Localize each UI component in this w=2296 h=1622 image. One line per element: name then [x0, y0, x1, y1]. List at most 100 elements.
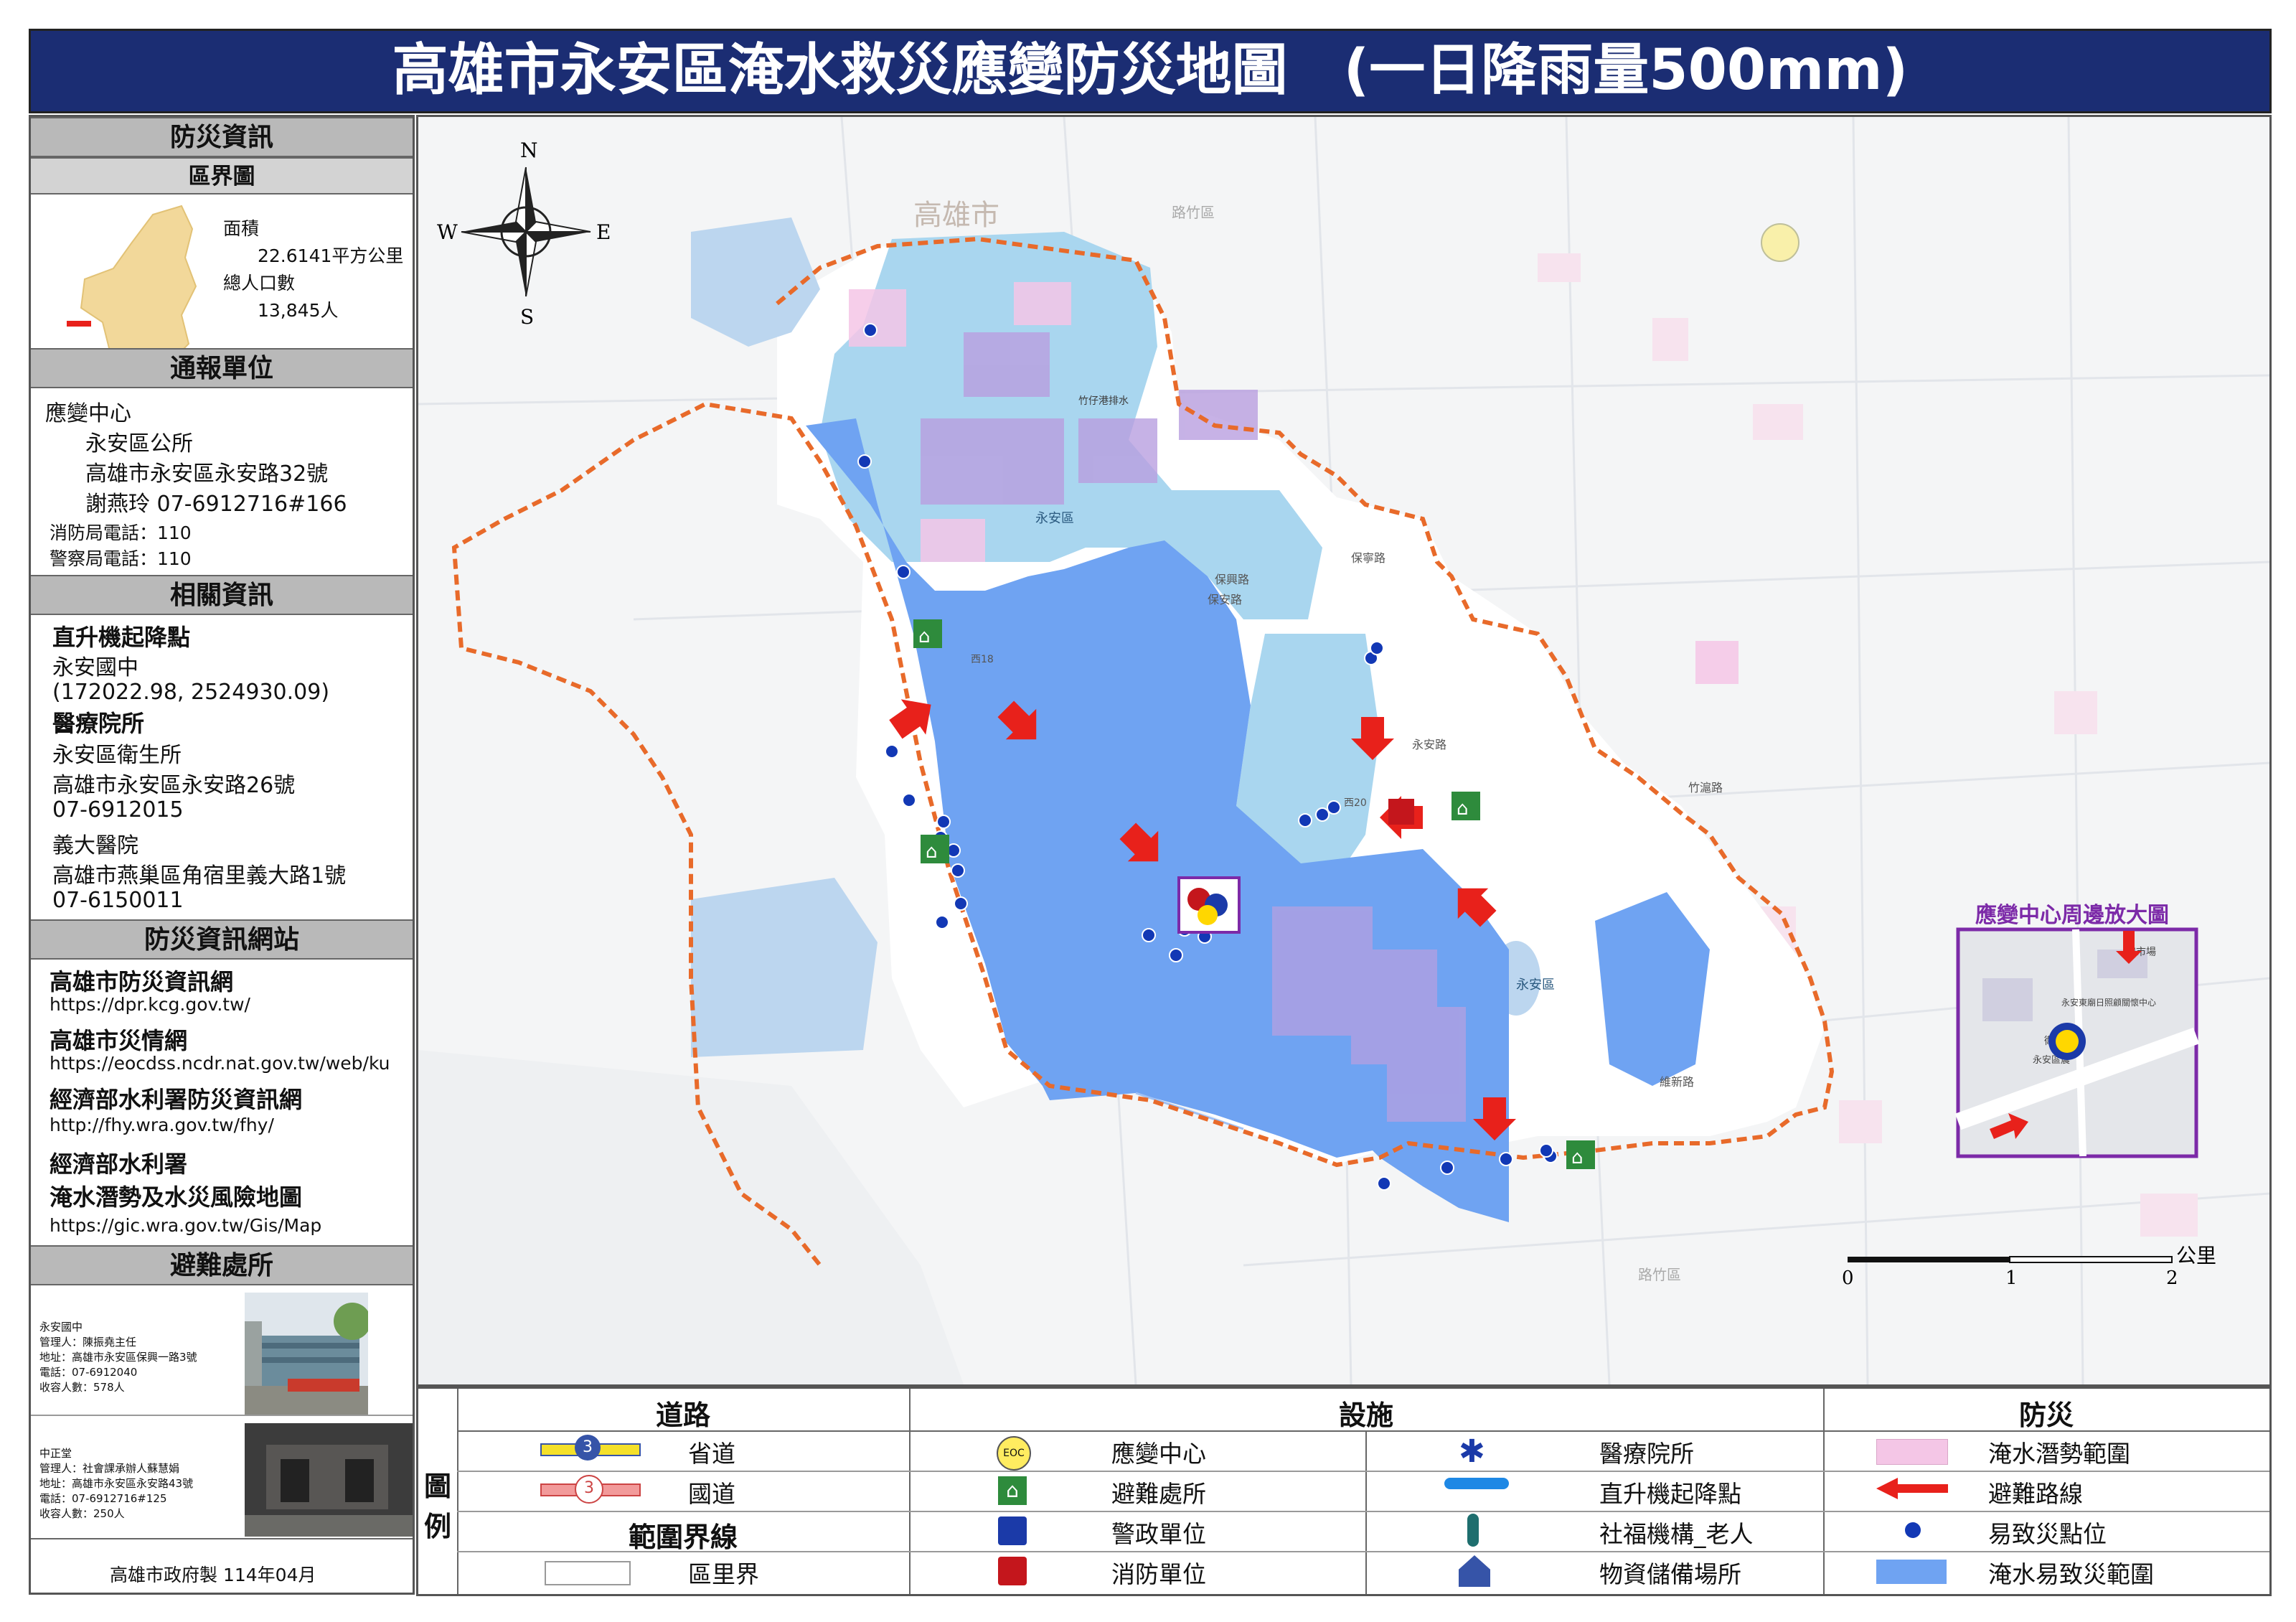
road-label-i: 竹滬路	[1688, 781, 1723, 794]
city-label: 高雄市	[913, 199, 999, 232]
producer-footer: 高雄市政府製 114年04月	[110, 1565, 316, 1585]
office-address: 高雄市永安區永安路32號	[85, 461, 329, 487]
district-label-top: 永安區	[1035, 511, 1074, 526]
legend-panel: 圖 例 道路 設施 防災 範圍界線 3 省道 3 國道 區里界 EOC 應變中心…	[416, 1387, 2272, 1596]
road-label-h: 維新路	[1660, 1075, 1694, 1089]
shelter-icon: ⌂	[998, 1476, 1027, 1505]
med1-address: 高雄市永安區永安路26號	[52, 773, 296, 798]
legend-fire-dept: 消防單位	[1111, 1560, 1206, 1588]
shelter-1-photo	[245, 1293, 368, 1415]
info-panel: 防災資訊 區界圖 面積 22.6141平方公里 總人口數 13,845人 通報單…	[29, 115, 415, 1595]
scale-tick-0: 0	[1842, 1267, 1854, 1289]
legend-flood-prone: 淹水易致災範圍	[1988, 1560, 2154, 1588]
legend-road-header: 道路	[655, 1400, 710, 1431]
website-3-url[interactable]: http://fhy.wra.gov.tw/fhy/	[50, 1115, 274, 1135]
road-label-e: 西18	[971, 654, 994, 665]
population-value: 13,845人	[258, 300, 339, 321]
legend-flood-potential: 淹水潛勢範圍	[1988, 1440, 2130, 1468]
compass-s: S	[520, 305, 534, 329]
website-4-name: 經濟部水利署 淹水潛勢及水災風險地圖	[50, 1150, 303, 1211]
district-label-bottom: 永安區	[1516, 978, 1555, 993]
med2-phone: 07-6150011	[52, 888, 184, 913]
elderly-care-icon	[1467, 1514, 1479, 1547]
road-label-luzhu: 路竹區	[1172, 204, 1215, 221]
legend-village-boundary: 區里界	[688, 1560, 759, 1588]
road-label-d: 保安路	[1208, 593, 1242, 606]
district-office: 永安區公所	[85, 431, 193, 456]
flood-potential-swatch	[1876, 1439, 1948, 1465]
med1-phone: 07-6912015	[52, 797, 184, 822]
population-label: 總人口數	[223, 273, 296, 294]
section-header-district-map: 區界圖	[31, 157, 413, 194]
police-phone: 警察局電話：110	[50, 548, 192, 569]
district-outline-map	[67, 205, 197, 368]
legend-side-label: 圖 例	[424, 1471, 452, 1542]
compass-w: W	[437, 220, 458, 244]
flood-prone-swatch	[1876, 1560, 1947, 1584]
road-label-b: 保寧路	[1351, 551, 1385, 565]
website-2-url[interactable]: https://eocdss.ncdr.nat.gov.tw/web/ku	[50, 1053, 390, 1074]
legend-evacuation-route: 避難路線	[1988, 1480, 2083, 1508]
inset-label-2: 永安東廟日照顧關懷中心	[2061, 997, 2156, 1008]
road-label-f: 西20	[1344, 797, 1367, 809]
legend-disaster-header: 防災	[2018, 1400, 2074, 1431]
medical-icon: ✱	[1459, 1433, 1485, 1470]
inset-title: 應變中心周邊放大圖	[1975, 903, 2169, 928]
fire-phone: 消防局電話：110	[50, 522, 192, 543]
map-title: 高雄市永安區淹水救災應變防災地圖 (一日降雨量500mm)	[392, 38, 1909, 103]
med2-address: 高雄市燕巢區角宿里義大路1號	[52, 863, 347, 889]
scale-tick-1: 1	[2005, 1267, 2018, 1289]
compass-n: N	[520, 139, 538, 162]
evacuation-route-icon	[1876, 1478, 1948, 1499]
office-contact: 謝燕玲 07-6912716#166	[85, 492, 347, 517]
heli-label: 直升機起降點	[52, 624, 191, 651]
shelter-2-info: 中正堂 管理人：社會課承辦人蘇慧娟 地址：高雄市永安區永安路43號 電話：07-…	[39, 1447, 194, 1520]
legend-helipad: 直升機起降點	[1599, 1480, 1741, 1508]
medical-label: 醫療院所	[52, 710, 145, 737]
eoc-icon: EOC	[997, 1436, 1031, 1471]
inset-map[interactable]: 應變中心周邊放大圖 安市場 永安東廟日照顧關懷中心 永安區農 衛	[1954, 903, 2200, 1158]
website-1-name: 高雄市防災資訊網	[50, 968, 234, 995]
road-label-a: 竹仔港排水	[1078, 395, 1129, 407]
legend-national-highway: 國道	[688, 1480, 735, 1508]
map-canvas[interactable]: 高雄市 永安區 永安區 路竹區 竹仔港排水 保寧路 保興路 保安路 西18 西2…	[418, 117, 2269, 1384]
fire-dept-icon	[998, 1557, 1027, 1585]
area-label: 面積	[223, 218, 260, 239]
legend-disaster-point: 易致災點位	[1988, 1520, 2107, 1548]
website-1-url[interactable]: https://dpr.kcg.gov.tw/	[50, 994, 250, 1015]
website-4-url[interactable]: https://gic.wra.gov.tw/Gis/Map	[50, 1215, 321, 1236]
heli-name: 永安國中	[52, 655, 138, 680]
website-2-name: 高雄市災情網	[50, 1027, 188, 1054]
eoc-badge-map	[1761, 223, 1799, 262]
compass-e: E	[596, 220, 611, 244]
section-header-disaster-info: 防災資訊	[31, 117, 413, 157]
map-area[interactable]: 高雄市 永安區 永安區 路竹區 竹仔港排水 保寧路 保興路 保安路 西18 西2…	[416, 115, 2272, 1387]
police-icon	[998, 1516, 1027, 1545]
legend-medical: 醫療院所	[1599, 1440, 1694, 1468]
area-value: 22.6141平方公里	[258, 245, 404, 266]
scale-tick-2: 2	[2166, 1267, 2178, 1289]
road-label-g: 永安路	[1412, 738, 1446, 751]
legend-provincial-road: 省道	[688, 1440, 735, 1468]
emergency-center-label: 應變中心	[45, 401, 131, 426]
water-pond-sw	[691, 878, 878, 1057]
legend-shelter: 避難處所	[1111, 1480, 1206, 1508]
legend-supply-depot: 物資儲備場所	[1599, 1560, 1741, 1588]
legend-emergency-center: 應變中心	[1111, 1440, 1206, 1468]
med1-name: 永安區衛生所	[52, 743, 182, 768]
svg-text:⌂: ⌂	[926, 841, 938, 863]
section-header-shelters: 避難處所	[31, 1245, 413, 1285]
map-title-bar: 高雄市永安區淹水救災應變防災地圖 (一日降雨量500mm)	[29, 29, 2272, 113]
disaster-point-icon	[1905, 1522, 1921, 1538]
legend-elderly-care: 社福機構_老人	[1599, 1520, 1754, 1548]
legend-boundary-header: 範圍界線	[628, 1522, 738, 1553]
svg-text:⌂: ⌂	[918, 626, 931, 647]
med2-name: 義大醫院	[52, 833, 138, 858]
svg-text:⌂: ⌂	[1457, 798, 1469, 820]
fire-station-marker	[1388, 799, 1414, 825]
village-boundary-symbol	[545, 1561, 631, 1585]
emergency-center-marker	[1177, 876, 1241, 934]
road-label-j: 路竹區	[1638, 1266, 1681, 1283]
supply-depot-icon	[1459, 1555, 1490, 1587]
legend-facility-header: 設施	[1338, 1400, 1393, 1431]
